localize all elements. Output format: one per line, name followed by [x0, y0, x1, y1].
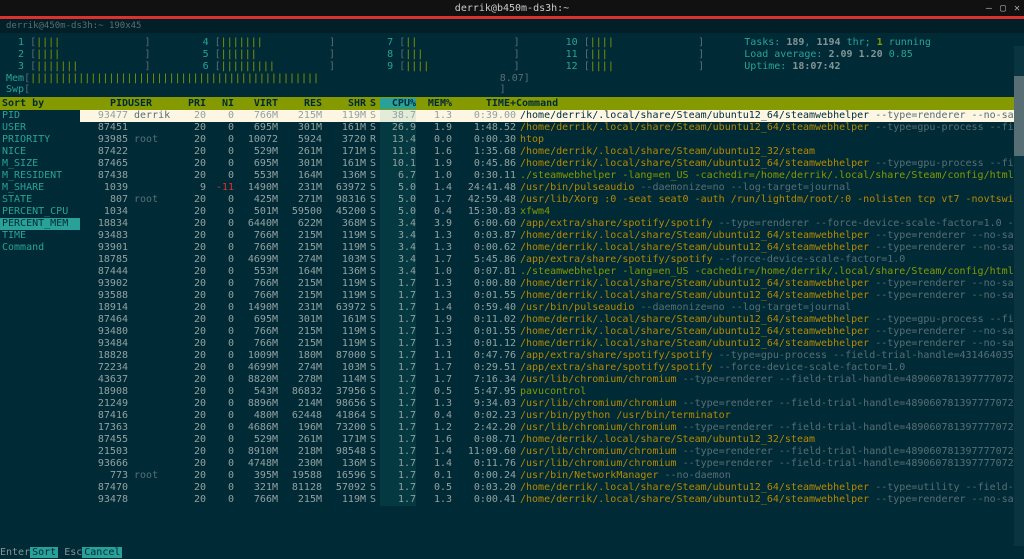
window-title: derrik@b450m-ds3h:~	[455, 3, 569, 14]
col-PID[interactable]: PID	[80, 98, 128, 109]
sort-opt-TIME[interactable]: TIME	[0, 230, 80, 242]
col-RES[interactable]: RES	[278, 98, 322, 109]
col-PRI[interactable]: PRI	[178, 98, 206, 109]
table-row[interactable]: 93484 200766M215M119MS1.71.30:01.12/home…	[80, 338, 1024, 350]
minimize-icon[interactable]: —	[986, 3, 992, 14]
table-row[interactable]: 87465 200695M301M161MS10.11.90:45.86/hom…	[80, 158, 1024, 170]
table-row[interactable]: 773 root200395M1958816596S1.70.10:00.24/…	[80, 470, 1024, 482]
table-row[interactable]: 93478 200766M215M119MS1.71.30:00.41/home…	[80, 494, 1024, 506]
sort-opt-Command[interactable]: Command	[0, 242, 80, 254]
table-row[interactable]: 18785 2004699M274M103MS3.41.75:45.86/app…	[80, 254, 1024, 266]
table-row[interactable]: 87451 200695M301M161MS26.91.91:48.52/hom…	[80, 122, 1024, 134]
table-row[interactable]: 43637 2008820M278M114MS1.71.77:16.34/usr…	[80, 374, 1024, 386]
table-row[interactable]: 87464 200695M301M161MS1.71.90:11.02/home…	[80, 314, 1024, 326]
table-row[interactable]: 93480 200766M215M119MS1.71.30:01.55/home…	[80, 326, 1024, 338]
meters-panel: 1 [|||| ] 2 [|||| ] 3 [||||||| ] 4 [||||…	[0, 33, 1024, 97]
table-row[interactable]: 87444 200553M164M136MS3.41.00:07.81./ste…	[80, 266, 1024, 278]
col-S[interactable]: S	[366, 98, 380, 109]
scrollbar[interactable]	[1014, 46, 1024, 546]
table-row[interactable]: 93901 200766M215M119MS3.41.30:00.62/home…	[80, 242, 1024, 254]
terminal-tab[interactable]: derrik@450m-ds3h:~ 190x45	[0, 19, 1024, 33]
sort-opt-STATE[interactable]: STATE	[0, 194, 80, 206]
table-row[interactable]: 93483 200766M215M119MS3.41.30:03.87/home…	[80, 230, 1024, 242]
footer-bar: EnterSortEscCancel	[0, 546, 1024, 559]
sort-opt-PRIORITY[interactable]: PRIORITY	[0, 134, 80, 146]
col-VIRT[interactable]: VIRT	[234, 98, 278, 109]
table-row[interactable]: 93588 200766M215M119MS1.71.30:01.55/home…	[80, 290, 1024, 302]
window-titlebar: derrik@b450m-ds3h:~ — ▢ ✕	[0, 0, 1024, 16]
process-table[interactable]: 93477 derrik200766M215M119MS38.71.30:39.…	[80, 110, 1024, 550]
footer-Sort[interactable]: Sort	[30, 547, 58, 558]
table-row[interactable]: 87438 200553M164M136MS6.71.00:30.11./ste…	[80, 170, 1024, 182]
sort-opt-NICE[interactable]: NICE	[0, 146, 80, 158]
sort-opt-PERCENT_MEM[interactable]: PERCENT_MEM	[0, 218, 80, 230]
table-row[interactable]: 18828 2001009M180M87000S1.71.10:47.76/ap…	[80, 350, 1024, 362]
table-row[interactable]: 87455 200529M261M171MS1.71.60:08.71/home…	[80, 434, 1024, 446]
table-row[interactable]: 87416 200480M6244841864S1.70.40:02.23/us…	[80, 410, 1024, 422]
table-row[interactable]: 1039 9-111490M231M63972S5.01.424:41.48/u…	[80, 182, 1024, 194]
table-row[interactable]: 21503 2008910M218M98548S1.71.411:09.60/u…	[80, 446, 1024, 458]
maximize-icon[interactable]: ▢	[1000, 3, 1006, 14]
sort-by-header: Sort by	[0, 98, 80, 109]
table-row[interactable]: 87470 200321M8112857092S1.70.50:03.20/ho…	[80, 482, 1024, 494]
col-CPU%[interactable]: CPU%	[380, 98, 416, 109]
sort-opt-M_RESIDENT[interactable]: M_RESIDENT	[0, 170, 80, 182]
footer-Cancel[interactable]: Cancel	[82, 547, 122, 558]
col-USER[interactable]: USER	[128, 98, 178, 109]
column-headers[interactable]: Sort by PIDUSERPRINIVIRTRESSHRSCPU%MEM%T…	[0, 97, 1024, 110]
table-row[interactable]: 1034 200501M5950045200S5.00.415:30.83xfw…	[80, 206, 1024, 218]
table-row[interactable]: 72234 2004699M274M103MS1.71.70:29.51/app…	[80, 362, 1024, 374]
col-NI[interactable]: NI	[206, 98, 234, 109]
table-row[interactable]: 807 root200425M271M98316S5.01.742:59.48/…	[80, 194, 1024, 206]
col-Command[interactable]: Command	[516, 98, 816, 109]
sort-opt-USER[interactable]: USER	[0, 122, 80, 134]
sort-opt-M_SIZE[interactable]: M_SIZE	[0, 158, 80, 170]
table-row[interactable]: 18908 200543M8683237956S1.70.55:47.95pav…	[80, 386, 1024, 398]
table-row[interactable]: 87422 200529M261M171MS11.81.61:35.68/hom…	[80, 146, 1024, 158]
table-row[interactable]: 93985 root2001007259243720R13.40.00:00.3…	[80, 134, 1024, 146]
table-row[interactable]: 93902 200766M215M119MS1.71.30:00.80/home…	[80, 278, 1024, 290]
col-SHR[interactable]: SHR	[322, 98, 366, 109]
col-TIME+[interactable]: TIME+	[452, 98, 516, 109]
sort-opt-PERCENT_CPU[interactable]: PERCENT_CPU	[0, 206, 80, 218]
close-icon[interactable]: ✕	[1014, 3, 1020, 14]
table-row[interactable]: 17363 2004686M196M73200S1.71.22:42.20/us…	[80, 422, 1024, 434]
col-MEM%[interactable]: MEM%	[416, 98, 452, 109]
table-row[interactable]: 93666 2004748M230M136MS1.71.40:11.76/usr…	[80, 458, 1024, 470]
table-row[interactable]: 93477 derrik200766M215M119MS38.71.30:39.…	[80, 110, 1024, 122]
table-row[interactable]: 18914 2001490M231M63972S1.71.40:59.40/us…	[80, 302, 1024, 314]
scrollbar-thumb[interactable]	[1014, 76, 1024, 156]
table-row[interactable]: 21249 2008896M214M98656S1.71.39:34.03/us…	[80, 398, 1024, 410]
sort-opt-PID[interactable]: PID	[0, 110, 80, 122]
table-row[interactable]: 18834 2006440M622M368MS3.43.96:00.60/app…	[80, 218, 1024, 230]
sort-opt-M_SHARE[interactable]: M_SHARE	[0, 182, 80, 194]
sort-by-panel[interactable]: PIDUSERPRIORITYNICEM_SIZEM_RESIDENTM_SHA…	[0, 110, 80, 550]
